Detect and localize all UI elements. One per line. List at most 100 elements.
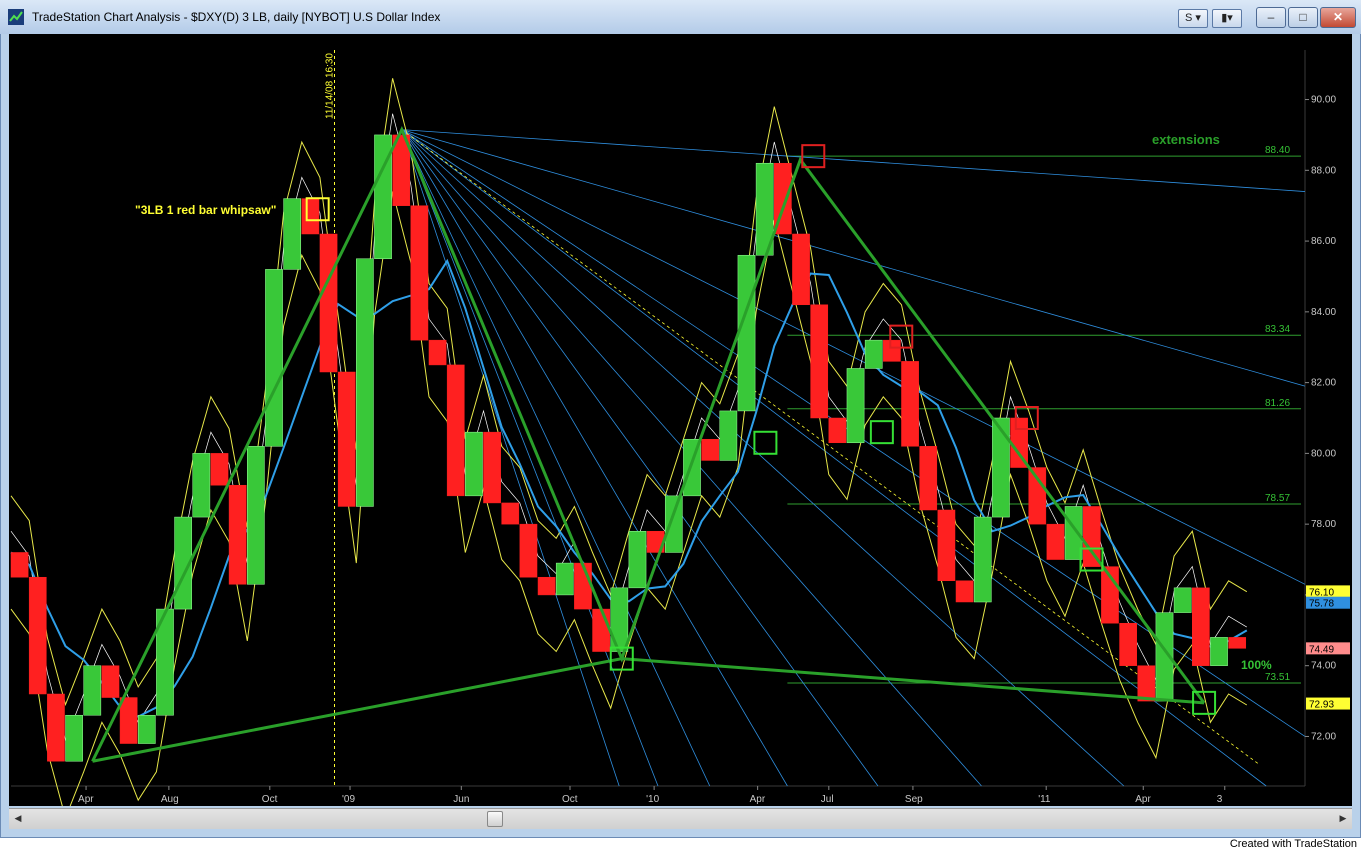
window-title: TradeStation Chart Analysis - $DXY(D) 3 … bbox=[32, 10, 441, 24]
x-tick-label: Jun bbox=[453, 794, 469, 805]
three-line-break-bar bbox=[1192, 587, 1210, 666]
three-line-break-bar bbox=[265, 269, 283, 447]
tools-menu-button[interactable]: ▮▾ bbox=[1212, 9, 1242, 28]
last-value-label: 75.78 bbox=[1309, 599, 1334, 610]
three-line-break-bar bbox=[10, 552, 29, 578]
three-line-break-bar bbox=[410, 205, 429, 341]
x-tick-label: Apr bbox=[750, 794, 766, 805]
y-tick-label: 86.00 bbox=[1311, 236, 1336, 247]
three-line-break-bar bbox=[719, 410, 738, 461]
y-tick-label: 82.00 bbox=[1311, 378, 1336, 389]
horizontal-scrollbar[interactable]: ◀ ▶ bbox=[9, 808, 1352, 829]
x-tick-label: Oct bbox=[262, 794, 278, 805]
x-tick-label: Jul bbox=[821, 794, 834, 805]
y-tick-label: 72.00 bbox=[1311, 731, 1336, 742]
three-line-break-bar bbox=[119, 697, 138, 744]
three-line-break-bar bbox=[846, 368, 865, 444]
three-line-break-bar bbox=[319, 233, 338, 373]
three-line-break-bar bbox=[828, 417, 847, 444]
maximize-button[interactable]: □ bbox=[1288, 7, 1318, 28]
fib-level-label: 83.34 bbox=[1265, 324, 1290, 335]
y-tick-label: 74.00 bbox=[1311, 661, 1336, 672]
three-line-break-bar bbox=[792, 233, 810, 306]
last-value-label: 74.49 bbox=[1309, 644, 1334, 655]
three-line-break-bar bbox=[701, 438, 720, 461]
three-line-break-bar bbox=[301, 198, 320, 235]
tradestation-app-icon bbox=[8, 9, 24, 25]
three-line-break-bar bbox=[228, 484, 247, 585]
three-line-break-bar bbox=[810, 304, 829, 419]
fib-level-label: 88.40 bbox=[1265, 145, 1290, 156]
three-line-break-bar bbox=[955, 580, 974, 603]
three-line-break-bar bbox=[864, 339, 883, 369]
last-value-label: 72.93 bbox=[1309, 700, 1334, 711]
x-tick-label: Aug bbox=[161, 794, 179, 805]
minimize-button[interactable]: – bbox=[1256, 7, 1286, 28]
three-line-break-bar bbox=[101, 665, 120, 698]
three-line-break-bar bbox=[137, 714, 156, 744]
three-line-break-bar bbox=[937, 509, 956, 582]
y-tick-label: 88.00 bbox=[1311, 165, 1336, 176]
x-tick-label: '09 bbox=[342, 794, 355, 805]
three-line-break-bar bbox=[356, 258, 374, 507]
three-line-break-bar bbox=[901, 361, 919, 447]
x-tick-label: 3 bbox=[1217, 794, 1223, 805]
three-line-break-bar bbox=[210, 453, 229, 486]
extensions-label: extensions bbox=[1152, 132, 1220, 147]
three-line-break-bar bbox=[1046, 523, 1065, 560]
three-line-break-bar bbox=[1119, 622, 1137, 666]
three-line-break-bar bbox=[47, 693, 65, 762]
chart-area[interactable]: $DXY(D) - 3 LB, daily NYBOTL=74.49-0.16-… bbox=[9, 34, 1352, 806]
three-line-break-bar bbox=[1173, 587, 1192, 613]
three-line-break-bar bbox=[919, 446, 938, 511]
three-line-break-bar bbox=[592, 608, 610, 652]
footer-credit: Created with TradeStation bbox=[1229, 838, 1357, 850]
x-tick-label: Apr bbox=[1135, 794, 1151, 805]
three-line-break-bar bbox=[1137, 665, 1156, 702]
three-line-break-bar bbox=[501, 502, 520, 525]
three-line-break-bar bbox=[83, 665, 102, 716]
y-tick-label: 90.00 bbox=[1311, 95, 1336, 106]
three-line-break-bar bbox=[483, 431, 501, 504]
three-line-break-bar bbox=[247, 446, 265, 585]
scroll-right-arrow-icon[interactable]: ▶ bbox=[1336, 811, 1350, 825]
whipsaw-annotation: "3LB 1 red bar whipsaw" bbox=[135, 203, 276, 217]
scroll-left-arrow-icon[interactable]: ◀ bbox=[11, 811, 25, 825]
three-line-break-bar bbox=[537, 576, 556, 596]
three-line-break-bar bbox=[664, 495, 683, 553]
three-line-break-bar bbox=[973, 516, 992, 603]
three-line-break-bar bbox=[574, 562, 592, 610]
three-line-break-bar bbox=[192, 453, 211, 518]
three-line-break-bar bbox=[883, 339, 901, 362]
close-button[interactable]: ✕ bbox=[1320, 7, 1356, 28]
three-line-break-bar bbox=[446, 364, 465, 497]
three-line-break-bar bbox=[992, 417, 1010, 518]
three-line-break-bar bbox=[737, 254, 756, 412]
fib-level-label: 78.57 bbox=[1265, 493, 1290, 504]
price-chart[interactable]: 90.0088.0086.0084.0082.0080.0078.0076.00… bbox=[9, 34, 1352, 806]
three-line-break-bar bbox=[628, 530, 647, 589]
x-tick-label: '10 bbox=[646, 794, 659, 805]
three-line-break-bar bbox=[1210, 637, 1228, 666]
title-bar[interactable]: TradeStation Chart Analysis - $DXY(D) 3 … bbox=[0, 0, 1361, 34]
scroll-thumb[interactable] bbox=[487, 811, 503, 827]
fib-level-label: 73.51 bbox=[1265, 672, 1290, 683]
three-line-break-bar bbox=[283, 198, 302, 270]
date-marker-label: 11/14/08 16:30 bbox=[325, 53, 336, 119]
x-tick-label: Oct bbox=[562, 794, 578, 805]
three-line-break-bar bbox=[519, 523, 538, 578]
three-line-break-bar bbox=[428, 339, 447, 366]
x-tick-label: '11 bbox=[1038, 794, 1051, 805]
app-window: TradeStation Chart Analysis - $DXY(D) 3 … bbox=[0, 0, 1361, 838]
symbol-link-button[interactable]: S ▾ bbox=[1178, 9, 1208, 28]
y-tick-label: 80.00 bbox=[1311, 448, 1336, 459]
y-tick-label: 84.00 bbox=[1311, 307, 1336, 318]
x-tick-label: Apr bbox=[78, 794, 94, 805]
three-line-break-bar bbox=[555, 562, 574, 596]
three-line-break-bar bbox=[1228, 637, 1247, 649]
hundred-percent-label: 100% bbox=[1241, 658, 1272, 672]
fib-level-label: 81.26 bbox=[1265, 398, 1290, 409]
three-line-break-bar bbox=[465, 431, 483, 497]
y-tick-label: 78.00 bbox=[1311, 519, 1336, 530]
three-line-break-bar bbox=[65, 714, 83, 762]
